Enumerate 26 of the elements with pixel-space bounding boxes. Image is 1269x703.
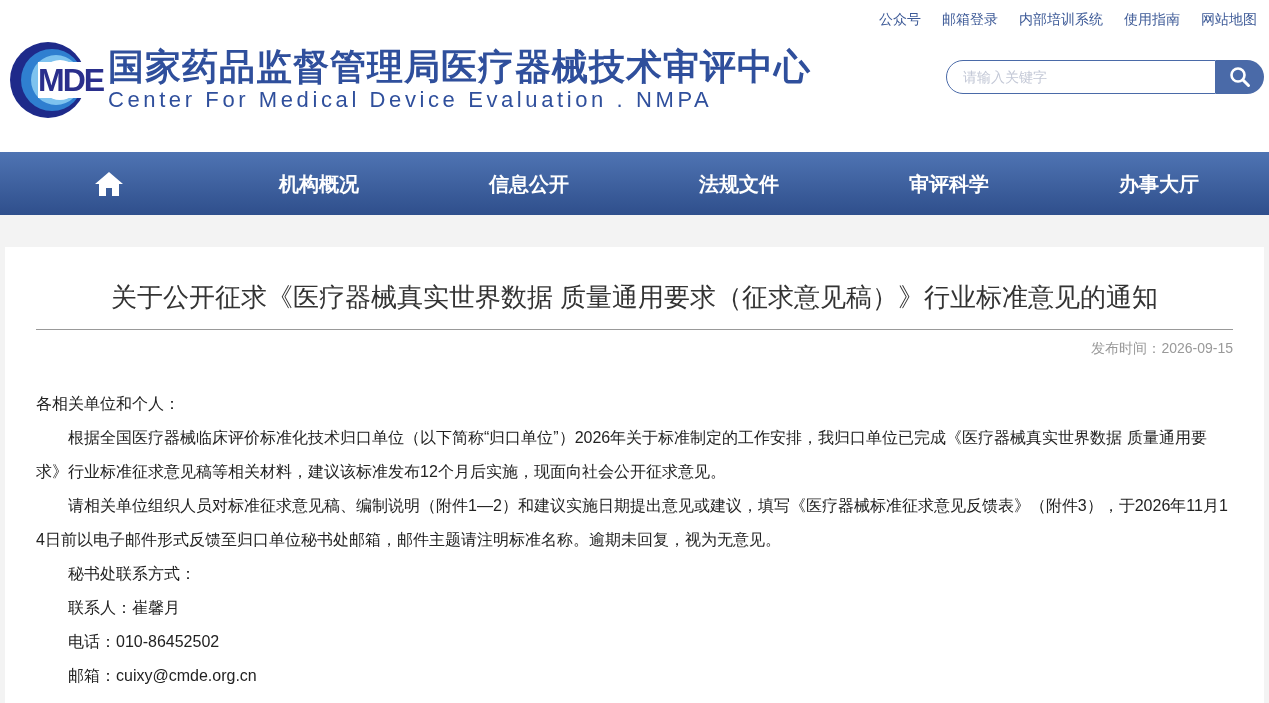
paragraph: 邮箱：cuixy@cmde.org.cn xyxy=(67,666,258,686)
paragraph: 根据全国医疗器械临床评价标准化技术归口单位（以下简称“归口单位”）2026年关于标准制定的工作安排，我归口单位已完成《医疗器械真实世界数据 质量通用要求》行业标准征求意见稿等相关材料，建议该标准发布12个月后实施，现面向社会公开征求意见。 xyxy=(36,428,1208,482)
search-button[interactable] xyxy=(1216,60,1264,94)
site-title: 国家药品监督管理局医疗器械技术审评中心 xyxy=(108,47,811,87)
top-link[interactable]: 使用指南 xyxy=(1124,9,1180,30)
site-subtitle: Center For Medical Device Evaluation . NMPA xyxy=(108,87,714,113)
home-icon[interactable] xyxy=(94,170,124,197)
search-field[interactable]: 请输入关键字 xyxy=(946,60,1216,94)
nav-item[interactable]: 办事大厅 xyxy=(1054,152,1264,215)
search-icon xyxy=(1229,66,1251,88)
article-title: 关于公开征求《医疗器械真实世界数据 质量通用要求（征求意见稿）》行业标准意见的通知 xyxy=(109,281,1160,314)
nav-item[interactable]: 法规文件 xyxy=(634,152,844,215)
top-link[interactable]: 公众号 xyxy=(879,9,921,30)
paragraph: 秘书处联系方式： xyxy=(67,564,197,584)
nav-item[interactable]: 机构概况 xyxy=(214,152,424,215)
top-link[interactable]: 邮箱登录 xyxy=(942,9,998,30)
nav-item[interactable]: 审评科学 xyxy=(844,152,1054,215)
publish-date: 发布时间：2026-09-15 xyxy=(1091,339,1233,358)
paragraph: 请相关单位组织人员对标准征求意见稿、编制说明（附件1—2）和建议实施日期提出意见或建议，填写《医疗器械标准征求意见反馈表》（附件3），于2026年11月14日前以电子邮件形式反馈至归口单位秘书处邮箱，邮件主题请注明标准名称。逾期未回复，视为无意见。 xyxy=(36,496,1229,550)
logo-mark: MDE xyxy=(38,62,104,98)
paragraph: 联系人：崔馨月 xyxy=(67,598,181,618)
top-link[interactable]: 网站地图 xyxy=(1201,9,1257,30)
nav-item[interactable]: 信息公开 xyxy=(424,152,634,215)
paragraph: 各相关单位和个人： xyxy=(36,394,181,414)
paragraph: 电话：010-86452502 xyxy=(67,632,221,652)
top-link[interactable]: 内部培训系统 xyxy=(1019,9,1103,30)
